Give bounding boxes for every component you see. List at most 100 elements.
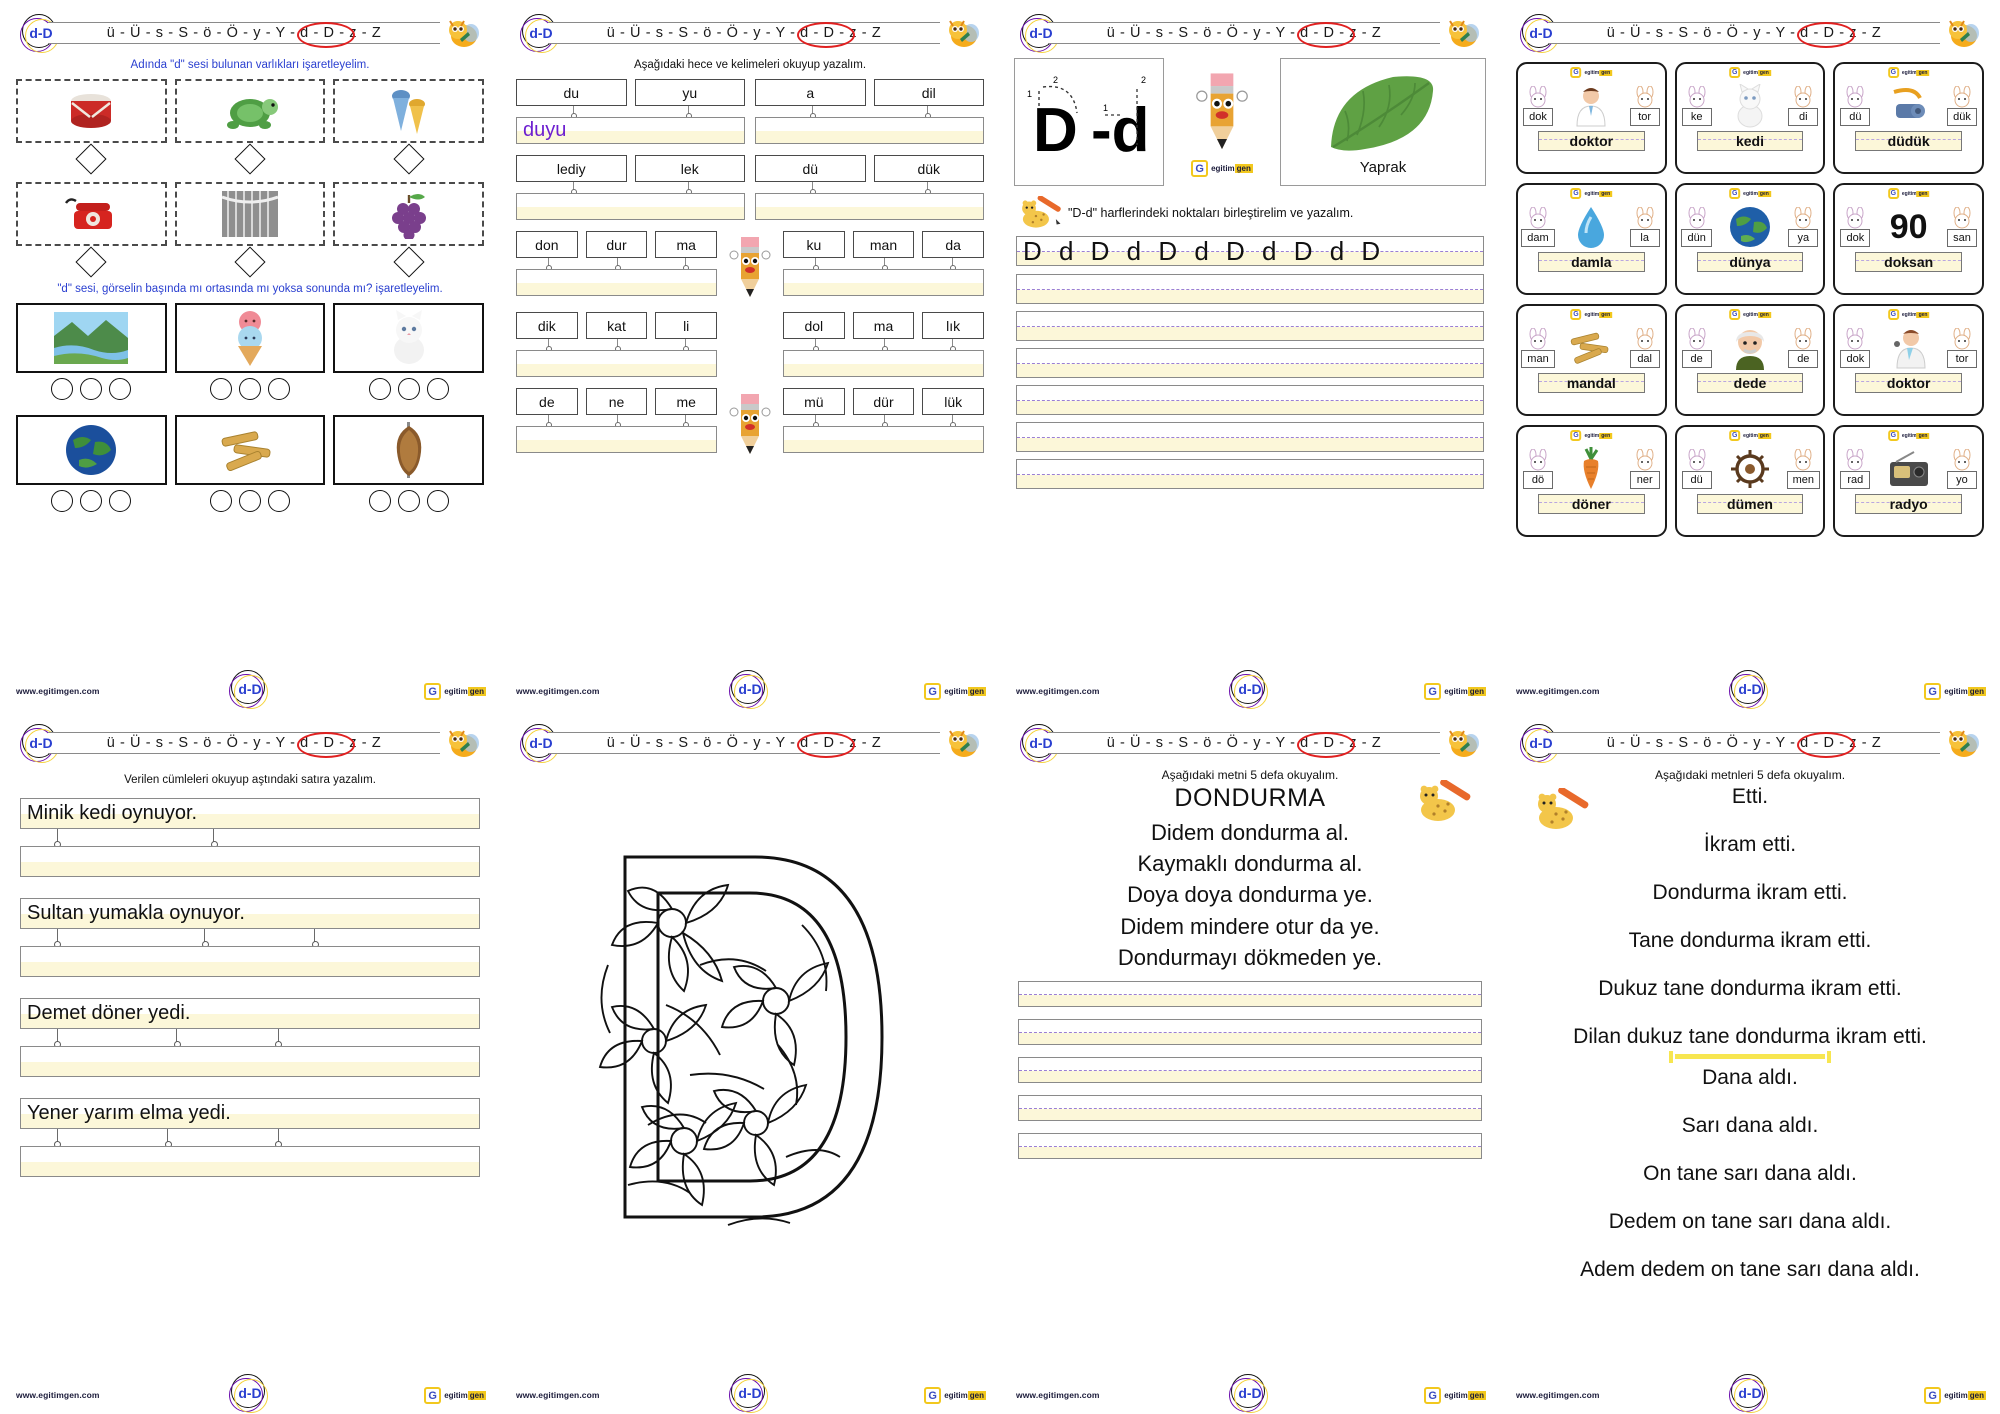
picture-cell[interactable]	[333, 303, 484, 373]
syllable-box[interactable]: li	[655, 312, 718, 339]
syllable-box[interactable]: dil	[873, 79, 984, 106]
answer-line[interactable]	[516, 350, 717, 377]
syllable-box[interactable]: dü	[755, 155, 866, 182]
answer-line[interactable]	[755, 193, 984, 220]
answer-line[interactable]	[783, 426, 984, 453]
syllable-box[interactable]: dur	[585, 231, 648, 258]
picture-cell[interactable]	[16, 79, 167, 143]
picture-cell[interactable]	[174, 79, 326, 143]
picture-cell[interactable]	[16, 303, 167, 373]
circle-option[interactable]	[368, 490, 391, 512]
syllable-box[interactable]: ma	[655, 231, 718, 258]
syllable-box[interactable]: man	[852, 231, 915, 258]
practice-line[interactable]	[1018, 1133, 1482, 1160]
circle-option[interactable]	[51, 378, 74, 400]
circle-option[interactable]	[238, 378, 261, 400]
circle-option[interactable]	[238, 490, 261, 512]
syllable-box[interactable]: yu	[634, 79, 745, 106]
syllable-box[interactable]: don	[516, 231, 578, 258]
circle-option[interactable]	[109, 490, 132, 512]
answer-line[interactable]	[783, 350, 984, 377]
practice-line[interactable]	[1018, 1019, 1482, 1046]
word-card[interactable]: Gegitim gen dü men dümen	[1674, 425, 1826, 537]
circle-option[interactable]	[51, 490, 74, 512]
circle-option[interactable]	[368, 378, 391, 400]
practice-line[interactable]	[1016, 348, 1484, 378]
practice-line[interactable]	[1016, 385, 1484, 415]
answer-line[interactable]	[516, 193, 745, 220]
copy-line[interactable]	[20, 946, 480, 977]
coloring-letter-area[interactable]	[510, 760, 990, 1320]
word-card[interactable]: Gegitim gen de de dede	[1674, 304, 1826, 416]
syllable-box[interactable]: dük	[873, 155, 984, 182]
copy-line[interactable]	[20, 846, 480, 877]
word-card[interactable]: Gegitim gen dö ner döner	[1516, 425, 1667, 537]
syllable-box[interactable]: de	[516, 388, 578, 415]
syllable-box[interactable]: da	[922, 231, 985, 258]
circle-option[interactable]	[109, 378, 132, 400]
word-card[interactable]: Gegitim gen dok 90 san doksan	[1833, 183, 1984, 295]
syllable-box[interactable]: dür	[852, 388, 915, 415]
syllable-box[interactable]: kat	[585, 312, 648, 339]
word-card[interactable]: Gegitim gen man dal mandal	[1516, 304, 1667, 416]
syllable-box[interactable]: lük	[922, 388, 985, 415]
picture-cell[interactable]	[174, 415, 326, 485]
practice-line[interactable]	[1016, 422, 1484, 452]
syllable-box[interactable]: lek	[634, 155, 745, 182]
answer-line[interactable]	[783, 269, 984, 296]
picture-cell[interactable]	[333, 79, 484, 143]
circle-option[interactable]	[397, 378, 420, 400]
answer-line[interactable]	[755, 117, 984, 144]
circle-option[interactable]	[80, 490, 103, 512]
picture-cell[interactable]	[16, 415, 167, 485]
circle-option[interactable]	[426, 490, 449, 512]
copy-line[interactable]	[20, 1046, 480, 1077]
circle-option[interactable]	[209, 378, 232, 400]
practice-line[interactable]	[1016, 274, 1484, 304]
word-card[interactable]: Gegitim gen ke di kedi	[1674, 62, 1826, 174]
diamond-checkbox[interactable]	[234, 246, 266, 278]
practice-line[interactable]	[1018, 981, 1482, 1008]
picture-cell[interactable]	[333, 182, 484, 246]
syllable-box[interactable]: a	[755, 79, 866, 106]
syllable-box[interactable]: lık	[922, 312, 985, 339]
diamond-checkbox[interactable]	[75, 246, 107, 278]
circle-option[interactable]	[267, 490, 290, 512]
syllable-box[interactable]: dol	[783, 312, 845, 339]
diamond-checkbox[interactable]	[393, 143, 425, 175]
answer-line[interactable]	[516, 269, 717, 296]
circle-option[interactable]	[426, 378, 449, 400]
syllable-box[interactable]: ma	[852, 312, 915, 339]
word-card[interactable]: Gegitim gen dok tor doktor	[1516, 62, 1667, 174]
answer-line[interactable]: duyu	[516, 117, 745, 144]
syllable-box[interactable]: me	[655, 388, 718, 415]
picture-cell[interactable]	[333, 415, 484, 485]
syllable-box[interactable]: ku	[783, 231, 845, 258]
word-card[interactable]: Gegitim gen dü dük düdük	[1833, 62, 1984, 174]
practice-line[interactable]	[1016, 311, 1484, 341]
diamond-checkbox[interactable]	[75, 143, 107, 175]
circle-option[interactable]	[209, 490, 232, 512]
practice-line[interactable]	[1018, 1095, 1482, 1122]
picture-cell[interactable]	[174, 182, 326, 246]
practice-line[interactable]	[1016, 459, 1484, 489]
syllable-box[interactable]: dik	[516, 312, 578, 339]
copy-line[interactable]	[20, 1146, 480, 1177]
diamond-checkbox[interactable]	[393, 246, 425, 278]
circle-option[interactable]	[267, 378, 290, 400]
syllable-box[interactable]: lediy	[516, 155, 627, 182]
picture-cell[interactable]	[16, 182, 167, 246]
syllable-box[interactable]: du	[516, 79, 627, 106]
word-card[interactable]: Gegitim gen dam la damla	[1516, 183, 1667, 295]
circle-option[interactable]	[80, 378, 103, 400]
diamond-checkbox[interactable]	[234, 143, 266, 175]
word-card[interactable]: Gegitim gen dok tor doktor	[1833, 304, 1984, 416]
word-card[interactable]: Gegitim gen rad yo radyo	[1833, 425, 1984, 537]
word-card[interactable]: Gegitim gen dün ya dünya	[1674, 183, 1826, 295]
syllable-box[interactable]: ne	[585, 388, 648, 415]
syllable-box[interactable]: mü	[783, 388, 845, 415]
picture-cell[interactable]	[174, 303, 326, 373]
practice-line[interactable]	[1018, 1057, 1482, 1084]
answer-line[interactable]	[516, 426, 717, 453]
circle-option[interactable]	[397, 490, 420, 512]
